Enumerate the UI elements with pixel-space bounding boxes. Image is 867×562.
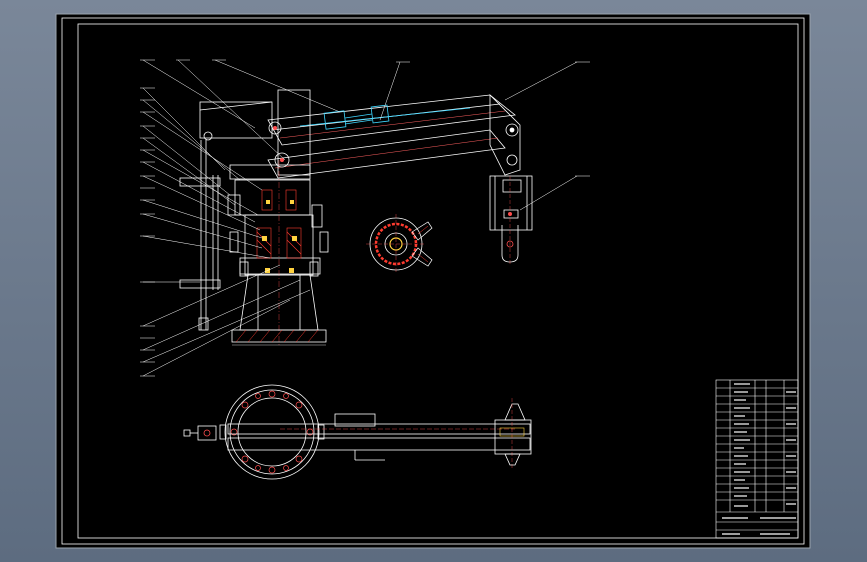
drawing-sheet: [55, 13, 811, 549]
cad-drawing-canvas: [55, 13, 811, 549]
